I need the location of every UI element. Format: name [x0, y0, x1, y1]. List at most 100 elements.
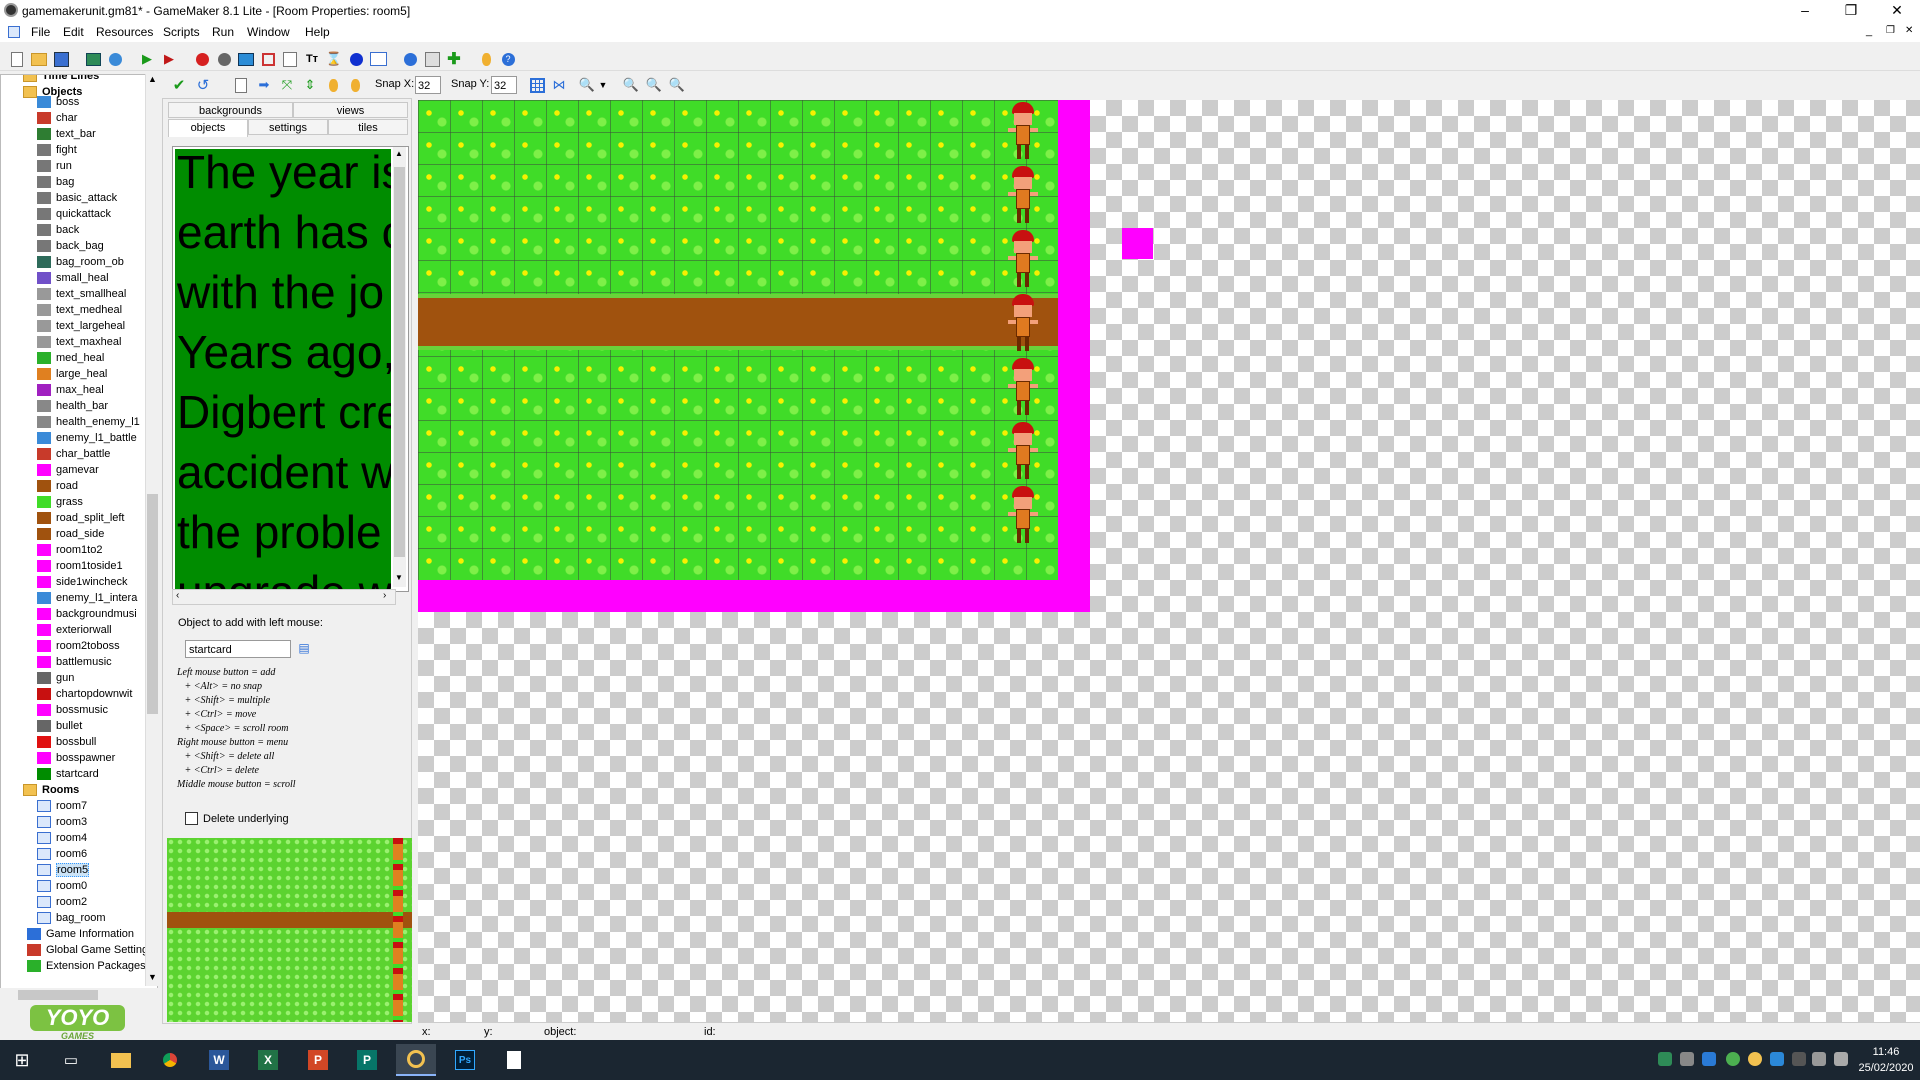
scroll-right-icon[interactable]: ›	[383, 590, 386, 601]
align-grid-icon[interactable]: ⤧	[278, 76, 296, 94]
tree-object-item[interactable]: text_medheal	[37, 302, 122, 318]
task-view-icon[interactable]: ▭	[51, 1044, 91, 1076]
tab-views[interactable]: views	[293, 102, 408, 118]
grid-toggle-icon[interactable]	[528, 76, 546, 94]
tree-object-item[interactable]: text_maxheal	[37, 334, 121, 350]
tree-object-item[interactable]: bag	[37, 174, 74, 190]
scroll-up-icon[interactable]: ▲	[148, 74, 157, 84]
tree-object-item[interactable]: chartopdownwit	[37, 686, 132, 702]
tree-object-item[interactable]: run	[37, 158, 72, 174]
tab-objects[interactable]: objects	[168, 119, 248, 137]
tree-object-item[interactable]: exteriorwall	[37, 622, 112, 638]
tree-object-item[interactable]: large_heal	[37, 366, 107, 382]
unlock-all-icon[interactable]	[346, 76, 364, 94]
tree-object-item[interactable]: text_smallheal	[37, 286, 126, 302]
tree-object-item[interactable]: fight	[37, 142, 77, 158]
tree-object-item[interactable]: small_heal	[37, 270, 109, 286]
tree-object-item[interactable]: char_battle	[37, 446, 110, 462]
tray-sync-icon[interactable]	[1726, 1052, 1740, 1066]
debug-game-icon[interactable]: ▶	[160, 50, 178, 68]
delete-underlying-checkbox[interactable]	[185, 812, 198, 825]
object-select-menu-icon[interactable]: ▤	[296, 641, 312, 657]
restore-button[interactable]: ❐	[1828, 0, 1874, 22]
help-icon[interactable]: ?	[499, 50, 517, 68]
undo-icon[interactable]: ↺	[194, 76, 212, 94]
windows-start-icon[interactable]: ⊞	[2, 1044, 42, 1076]
tray-usb-icon[interactable]	[1680, 1052, 1694, 1066]
mdi-close-button[interactable]: ✕	[1905, 25, 1913, 36]
zoom-out-icon[interactable]: 🔍	[622, 76, 640, 94]
tree-object-item[interactable]: startcard	[37, 766, 99, 782]
publish-icon[interactable]	[106, 50, 124, 68]
tree-room-item[interactable]: room0	[37, 878, 87, 894]
tree-object-item[interactable]: enemy_l1_intera	[37, 590, 137, 606]
character-instance[interactable]	[1006, 228, 1040, 290]
gamemaker-taskbar-icon[interactable]	[396, 1044, 436, 1076]
character-instance[interactable]	[1006, 100, 1040, 162]
excel-icon[interactable]: X	[248, 1044, 288, 1076]
clear-room-icon[interactable]	[232, 76, 250, 94]
save-icon[interactable]	[52, 50, 70, 68]
snap-y-input[interactable]: 32	[491, 76, 517, 94]
room-minimap[interactable]	[167, 838, 412, 1022]
tree-object-item[interactable]: quickattack	[37, 206, 111, 222]
publisher-icon[interactable]: P	[347, 1044, 387, 1076]
add-timeline-icon[interactable]: ⌛	[325, 50, 343, 68]
delete-underlying-row[interactable]: Delete underlying	[185, 812, 289, 825]
tree-room-item[interactable]: room5	[37, 862, 90, 878]
scroll-left-icon[interactable]: ‹	[176, 590, 179, 601]
character-instance[interactable]	[1006, 292, 1040, 354]
close-button[interactable]: ✕	[1874, 0, 1920, 22]
tree-room-item[interactable]: room2	[37, 894, 87, 910]
scroll-down-icon[interactable]: ▼	[395, 573, 403, 582]
tree-object-item[interactable]: bossmusic	[37, 702, 108, 718]
tab-settings[interactable]: settings	[248, 119, 328, 135]
character-instance[interactable]	[1006, 356, 1040, 418]
sort-instances-icon[interactable]: ⇕	[301, 76, 319, 94]
magenta-instance[interactable]	[1122, 228, 1153, 259]
add-sound-icon[interactable]	[215, 50, 233, 68]
zoom-in-icon[interactable]: 🔍	[668, 76, 686, 94]
open-folder-icon[interactable]	[30, 50, 48, 68]
tree-object-item[interactable]: text_largeheal	[37, 318, 125, 334]
tree-object-item[interactable]: side1wincheck	[37, 574, 128, 590]
powerpoint-icon[interactable]: P	[298, 1044, 338, 1076]
scroll-down-icon[interactable]: ▼	[148, 972, 157, 982]
mdi-restore-button[interactable]: ❐	[1886, 25, 1895, 36]
tree-object-item[interactable]: med_heal	[37, 350, 104, 366]
tree-object-item[interactable]: road_side	[37, 526, 104, 542]
chrome-icon[interactable]	[150, 1044, 190, 1076]
tree-object-item[interactable]: grass	[37, 494, 83, 510]
mdi-minimize-button[interactable]: _	[1866, 25, 1872, 37]
tree-object-item[interactable]: boss	[37, 94, 79, 110]
tree-object-item[interactable]: text_bar	[37, 126, 96, 142]
add-script-icon[interactable]	[281, 50, 299, 68]
tree-folder-timelines[interactable]: Time Lines	[23, 75, 99, 84]
menu-file[interactable]: File	[31, 25, 50, 39]
tree-object-item[interactable]: char	[37, 110, 77, 126]
file-explorer-icon[interactable]	[101, 1044, 141, 1076]
tree-object-item[interactable]: bosspawner	[37, 750, 115, 766]
preview-horizontal-scrollbar[interactable]: ‹ ›	[172, 589, 396, 605]
tab-backgrounds[interactable]: backgrounds	[168, 102, 293, 118]
character-instance[interactable]	[1006, 420, 1040, 482]
menu-run[interactable]: Run	[212, 25, 234, 39]
isometric-grid-icon[interactable]: ⋈	[550, 76, 568, 94]
tree-object-item[interactable]: bullet	[37, 718, 82, 734]
menu-window[interactable]: Window	[247, 25, 290, 39]
tree-extra-item[interactable]: Global Game Setting	[27, 942, 148, 958]
tree-room-item[interactable]: bag_room	[37, 910, 106, 926]
tree-object-item[interactable]: gun	[37, 670, 74, 686]
game-info-icon[interactable]	[401, 50, 419, 68]
tree-object-item[interactable]: room1to2	[37, 542, 102, 558]
character-instance[interactable]	[1006, 164, 1040, 226]
tree-object-item[interactable]: road	[37, 478, 78, 494]
manual-icon[interactable]	[477, 50, 495, 68]
menu-edit[interactable]: Edit	[63, 25, 84, 39]
tray-dropbox-icon[interactable]	[1702, 1052, 1716, 1066]
photoshop-icon[interactable]: Ps	[445, 1044, 485, 1076]
add-sprite-icon[interactable]	[193, 50, 211, 68]
menu-scripts[interactable]: Scripts	[163, 25, 200, 39]
tree-object-item[interactable]: basic_attack	[37, 190, 117, 206]
tray-app-icon[interactable]	[1658, 1052, 1672, 1066]
